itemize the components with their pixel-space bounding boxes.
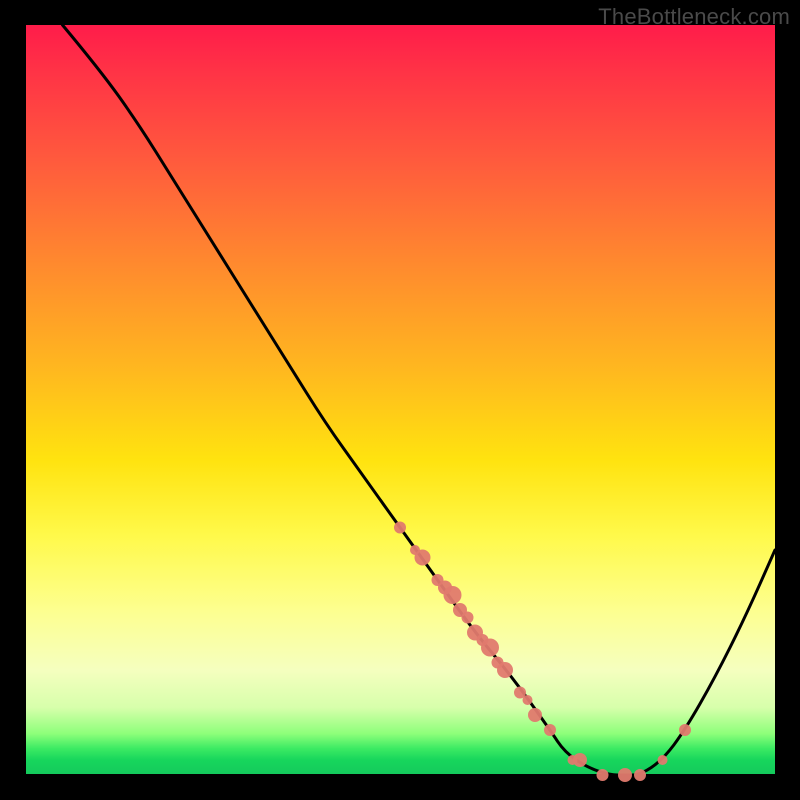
data-point [528,708,542,722]
data-point [497,662,513,678]
data-point [394,522,406,534]
data-point [444,586,462,604]
data-points [394,522,691,783]
data-point [634,769,646,781]
bottleneck-curve-svg [25,25,775,775]
chart-container: TheBottleneck.com [0,0,800,800]
data-point [679,724,691,736]
data-point [481,639,499,657]
data-point [415,550,431,566]
data-point [523,695,533,705]
data-point [573,753,587,767]
data-point [597,769,609,781]
watermark-text: TheBottleneck.com [598,4,790,30]
data-point [618,768,632,782]
data-point [658,755,668,765]
data-point [462,612,474,624]
bottleneck-curve [63,25,776,775]
data-point [544,724,556,736]
